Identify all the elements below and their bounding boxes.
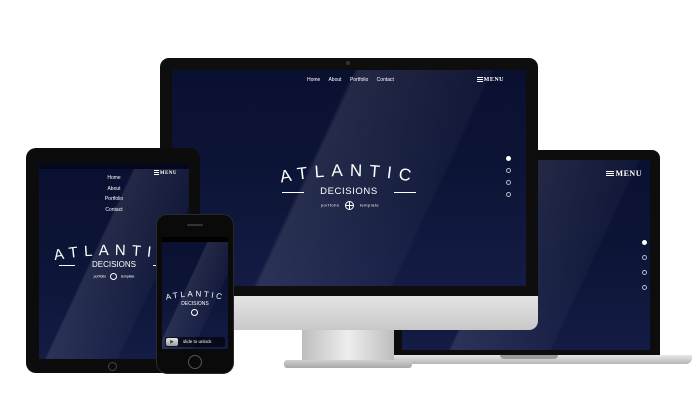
laptop-section-dot[interactable] <box>642 270 647 275</box>
hamburger-icon <box>153 169 159 176</box>
laptop-menu-button[interactable]: MENU <box>605 169 642 178</box>
svg-text:ATLANTIC: ATLANTIC <box>278 161 419 187</box>
globe-icon <box>345 201 355 210</box>
phone-hero-subtitle: DECISIONS <box>181 301 209 307</box>
tablet-menu-button[interactable]: MENU <box>153 169 177 176</box>
laptop-section-dot[interactable] <box>642 255 647 260</box>
section-dot-1[interactable] <box>506 156 511 161</box>
monitor-stand <box>302 330 394 362</box>
hamburger-icon <box>476 76 483 83</box>
menu-label: MENU <box>615 169 642 178</box>
svg-text:ATLANTIC: ATLANTIC <box>165 289 225 301</box>
globe-icon <box>191 309 198 316</box>
nav-item-contact[interactable]: Contact <box>377 77 394 83</box>
hero-subtitle-row: DECISIONS <box>276 186 422 198</box>
section-dot-3[interactable] <box>506 180 511 185</box>
menu-label: MENU <box>483 77 504 84</box>
tablet-nav-dropdown: Home About Portfolio Contact <box>84 173 144 215</box>
monitor-nav: Home About Portfolio Contact <box>307 77 394 83</box>
tagline-left: portfolio <box>320 202 340 208</box>
monitor-stand-foot <box>284 360 412 368</box>
phone-screen: ATLANTIC DECISIONS ▶ slide to unlock <box>162 237 228 349</box>
hero-title: ATLANTIC <box>278 161 419 187</box>
divider-right <box>394 192 416 193</box>
hero-subtitle: DECISIONS <box>320 186 378 197</box>
menu-label: MENU <box>159 170 177 176</box>
hero-subtitle: DECISIONS <box>91 260 136 269</box>
section-dot-4[interactable] <box>506 192 511 197</box>
nav-item-home[interactable]: Home <box>307 77 320 83</box>
nav-item-about[interactable]: About <box>328 77 341 83</box>
tagline-right: template <box>120 274 135 279</box>
unlock-arrow-icon: ▶ <box>166 338 178 346</box>
tagline-right: template <box>359 202 380 208</box>
phone-home-button[interactable] <box>188 355 202 369</box>
hamburger-icon <box>605 170 614 177</box>
nav-item-contact[interactable]: Contact <box>105 207 122 213</box>
camera-icon <box>346 61 350 65</box>
laptop-section-dot[interactable] <box>642 240 647 245</box>
tagline-left: portfolio <box>93 274 107 279</box>
divider-left <box>282 192 304 193</box>
monitor-menu-button[interactable]: MENU <box>476 76 504 84</box>
hero-tagline: portfolio template <box>300 201 400 210</box>
section-dot-2[interactable] <box>506 168 511 173</box>
laptop-section-dot[interactable] <box>642 285 647 290</box>
nav-item-about[interactable]: About <box>107 186 120 192</box>
nav-item-home[interactable]: Home <box>107 175 120 181</box>
hero-title-text: ATLANTIC <box>278 161 412 187</box>
tablet-subtitle-row: DECISIONS <box>59 260 169 270</box>
phone-device: ATLANTIC DECISIONS ▶ slide to unlock <box>156 214 234 374</box>
hero-title-text: ATLANTIC <box>165 289 223 301</box>
phone-hero-title: ATLANTIC <box>165 289 225 301</box>
divider-left <box>59 265 75 266</box>
laptop-notch <box>500 355 558 359</box>
phone-status-bar <box>162 237 228 242</box>
globe-icon <box>110 273 117 280</box>
phone-unlock-slider[interactable]: ▶ slide to unlock <box>165 337 225 347</box>
tablet-tagline: portfolio template <box>79 273 149 280</box>
tablet-home-button[interactable] <box>108 362 117 371</box>
nav-item-portfolio[interactable]: Portfolio <box>350 77 368 83</box>
unlock-label: slide to unlock <box>183 339 212 344</box>
phone-speaker <box>187 224 203 226</box>
nav-item-portfolio[interactable]: Portfolio <box>105 196 123 202</box>
